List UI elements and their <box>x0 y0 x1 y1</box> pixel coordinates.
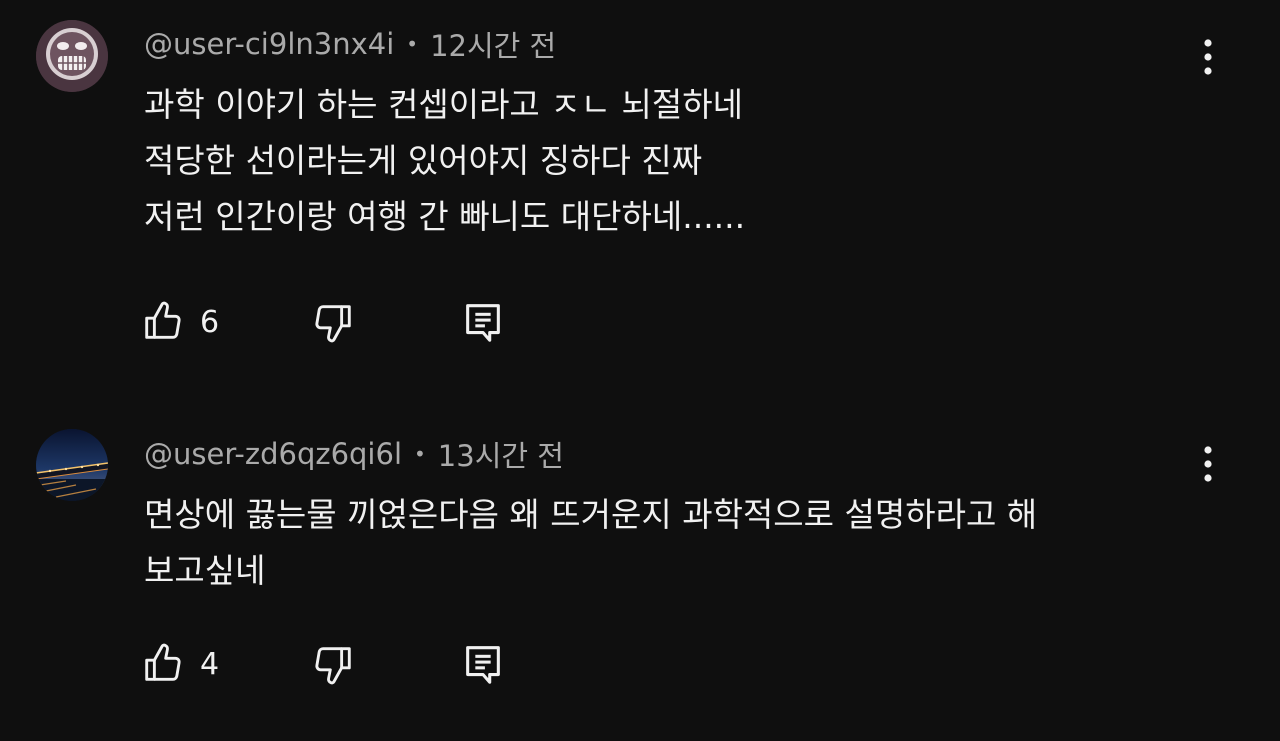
like-button[interactable]: 4 <box>140 638 219 690</box>
comment-line: 면상에 끓는물 끼얹은다음 왜 뜨거운지 과학적으로 설명하라고 해 <box>144 495 1038 534</box>
separator-dot: • <box>406 32 419 56</box>
author-name[interactable]: @user-zd6qz6qi6l <box>144 437 402 471</box>
dislike-button[interactable] <box>310 296 356 348</box>
avatar[interactable] <box>36 429 108 501</box>
comment-header: @user-ci9ln3nx4i • 12시간 전 <box>144 23 556 65</box>
more-vertical-icon <box>1204 446 1212 482</box>
comment-menu-button[interactable] <box>1188 442 1228 486</box>
dislike-button[interactable] <box>310 638 356 690</box>
comment-line: 저런 인간이랑 여행 간 빠니도 대단하네...... <box>144 197 746 236</box>
comment-text: 과학 이야기 하는 컨셉이라고 ㅈㄴ 뇌절하네 적당한 선이라는게 있어야지 징… <box>144 77 1214 245</box>
like-count: 6 <box>200 304 220 340</box>
thumb-up-icon <box>145 301 181 339</box>
author-name[interactable]: @user-ci9ln3nx4i <box>144 27 394 61</box>
thumb-down-icon <box>315 305 351 343</box>
comment-menu-button[interactable] <box>1188 35 1228 79</box>
comment-2: @user-zd6qz6qi6l • 13시간 전 면상에 끓는물 끼얹은다음 … <box>0 400 1280 741</box>
comment-icon <box>466 646 500 684</box>
avatar-image <box>36 20 108 92</box>
like-button[interactable]: 6 <box>140 296 219 348</box>
comment-time[interactable]: 12시간 전 <box>430 23 556 65</box>
comment-line: 과학 이야기 하는 컨셉이라고 ㅈㄴ 뇌절하네 <box>144 85 743 124</box>
comment-time[interactable]: 13시간 전 <box>438 433 564 475</box>
thumb-up-icon <box>145 643 181 681</box>
comment-line: 보고싶네 <box>144 551 266 590</box>
comment-1: @user-ci9ln3nx4i • 12시간 전 과학 이야기 하는 컨셉이라… <box>0 0 1280 400</box>
like-count: 4 <box>200 646 220 682</box>
avatar-image <box>36 429 108 501</box>
separator-dot: • <box>414 442 426 466</box>
more-vertical-icon <box>1204 39 1212 75</box>
reply-button[interactable] <box>460 638 506 690</box>
comment-icon <box>466 304 500 342</box>
avatar[interactable] <box>36 20 108 92</box>
thumb-down-icon <box>315 647 351 685</box>
comment-header: @user-zd6qz6qi6l • 13시간 전 <box>144 433 564 475</box>
comment-text: 면상에 끓는물 끼얹은다음 왜 뜨거운지 과학적으로 설명하라고 해 보고싶네 <box>144 487 1214 599</box>
reply-button[interactable] <box>460 296 506 348</box>
comment-line: 적당한 선이라는게 있어야지 징하다 진짜 <box>144 141 703 180</box>
